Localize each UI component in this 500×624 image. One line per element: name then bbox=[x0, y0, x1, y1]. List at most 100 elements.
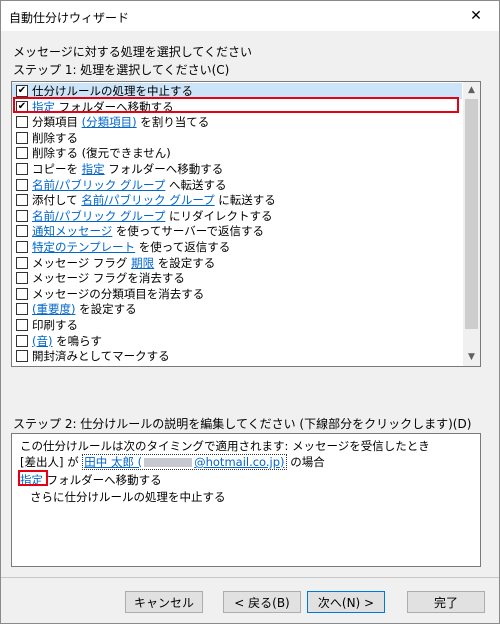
action-label: (重要度) を設定する bbox=[32, 301, 137, 317]
scroll-down-icon[interactable]: ▼ bbox=[463, 349, 480, 366]
action-item[interactable]: 削除する (復元できません) bbox=[12, 145, 462, 161]
action-checkbox[interactable] bbox=[16, 287, 28, 300]
action-item[interactable]: メッセージの分類項目を消去する bbox=[12, 286, 462, 302]
action-label: 削除する (復元できません) bbox=[32, 145, 171, 161]
action-item[interactable]: 印刷する bbox=[12, 317, 462, 333]
actions-listbox[interactable]: ✔ 仕分けルールの処理を中止する ✔ 指定 フォルダーへ移動する 分類項目 (分類項目)… bbox=[11, 81, 481, 367]
action-checkbox[interactable] bbox=[16, 319, 28, 331]
action-text: メッセージ フラグ bbox=[32, 255, 132, 270]
action-item[interactable]: 添付して 名前/パブリック グループ に転送する bbox=[12, 192, 462, 208]
action-item[interactable]: (重要度) を設定する bbox=[12, 301, 462, 317]
title-bar: 自動仕分けウィザード ✕ bbox=[1, 1, 499, 31]
action-link[interactable]: (重要度) bbox=[32, 302, 75, 316]
action-text: 分類項目 bbox=[32, 115, 82, 130]
action-checkbox[interactable] bbox=[16, 303, 28, 316]
action-link[interactable]: 名前/パブリック グループ bbox=[32, 209, 165, 223]
action-checkbox[interactable] bbox=[16, 116, 28, 129]
window-title: 自動仕分けウィザード bbox=[9, 11, 130, 25]
action-text: へ転送する bbox=[165, 177, 227, 192]
action-text: に転送する bbox=[214, 193, 276, 208]
action-item[interactable]: 開封済みとしてマークする bbox=[12, 348, 462, 364]
step1-label: ステップ 1: 処理を選択してください(C) bbox=[13, 63, 230, 77]
action-checkbox[interactable] bbox=[16, 163, 28, 175]
action-label: 開封済みとしてマークする bbox=[32, 348, 170, 364]
step2-label: ステップ 2: 仕分けルールの説明を編集してください (下線部分をクリックします… bbox=[13, 417, 472, 431]
action-checkbox[interactable] bbox=[16, 334, 28, 347]
action-label: 名前/パブリック グループ にリダイレクトする bbox=[32, 208, 273, 224]
sender-domain: @hotmail.co.jp) bbox=[194, 455, 285, 469]
action-label: 削除する bbox=[32, 130, 78, 146]
finish-button[interactable]: 完了 bbox=[407, 591, 485, 613]
action-text: を使って返信する bbox=[135, 240, 231, 254]
scroll-up-icon[interactable]: ▲ bbox=[463, 82, 480, 99]
highlight-frame-action bbox=[13, 97, 459, 113]
action-checkbox[interactable] bbox=[16, 209, 28, 222]
action-checkbox[interactable] bbox=[16, 350, 28, 363]
actions-scrollbar[interactable]: ▲ ▼ bbox=[463, 82, 480, 366]
action-label: 分類項目 (分類項目) を割り当てる bbox=[32, 114, 209, 130]
action-label: 通知メッセージ を使ってサーバーで返信する bbox=[32, 223, 264, 239]
action-checkbox[interactable] bbox=[16, 272, 28, 285]
action-checkbox[interactable] bbox=[16, 225, 28, 238]
action-item[interactable]: メッセージ フラグを消去する bbox=[12, 270, 462, 286]
action-item[interactable]: 削除する bbox=[12, 130, 462, 146]
action-item[interactable]: 名前/パブリック グループ にリダイレクトする bbox=[12, 208, 462, 224]
highlight-frame-folder-link bbox=[18, 470, 48, 486]
rule-description-box: この仕分けルールは次のタイミングで適用されます: メッセージを受信したとき [差… bbox=[11, 433, 481, 567]
action-item[interactable]: 特定のテンプレート を使って返信する bbox=[12, 239, 462, 255]
sender-link[interactable]: 田中 太郎 ( @hotmail.co.jp) bbox=[82, 454, 287, 470]
desc-move-text: フォルダーへ移動する bbox=[43, 473, 162, 487]
action-text: にリダイレクトする bbox=[165, 208, 273, 223]
action-text: コピーを bbox=[32, 162, 82, 176]
action-checkbox[interactable] bbox=[16, 194, 28, 207]
action-link[interactable]: 名前/パブリック グループ bbox=[81, 193, 214, 207]
close-icon[interactable]: ✕ bbox=[453, 1, 499, 31]
button-separator bbox=[1, 577, 499, 578]
action-link[interactable]: 特定のテンプレート bbox=[32, 240, 135, 254]
prompt-label: メッセージに対する処理を選択してください bbox=[13, 45, 253, 59]
action-link[interactable]: (音) bbox=[32, 334, 52, 348]
action-checkbox[interactable] bbox=[16, 147, 28, 160]
rules-wizard-window: 自動仕分けウィザード ✕ メッセージに対する処理を選択してください ステップ 1… bbox=[0, 0, 500, 624]
action-link[interactable]: 通知メッセージ bbox=[32, 224, 112, 238]
action-item[interactable]: コピーを 指定 フォルダーへ移動する bbox=[12, 161, 462, 177]
desc-sender-prefix: [差出人] が bbox=[20, 455, 83, 469]
back-button[interactable]: < 戻る(B) bbox=[223, 591, 301, 613]
action-link[interactable]: 指定 bbox=[82, 162, 105, 176]
action-checkbox[interactable] bbox=[16, 256, 28, 269]
action-link[interactable]: (分類項目) bbox=[82, 115, 137, 129]
action-checkbox[interactable] bbox=[16, 131, 28, 144]
action-item[interactable]: 分類項目 (分類項目) を割り当てる bbox=[12, 114, 462, 130]
sender-name: 田中 太郎 ( bbox=[84, 455, 143, 469]
cancel-button[interactable]: キャンセル bbox=[125, 591, 203, 613]
redacted-email-user bbox=[144, 458, 193, 467]
action-text: 開封済みとしてマークする bbox=[32, 349, 170, 364]
action-label: 特定のテンプレート を使って返信する bbox=[32, 239, 230, 255]
action-link[interactable]: 期限 bbox=[131, 256, 154, 270]
action-text: 仕分けルールの処理を中止する bbox=[32, 84, 193, 98]
action-label: (音) を鳴らす bbox=[32, 333, 102, 349]
action-text: 印刷する bbox=[32, 318, 78, 332]
action-item[interactable]: 名前/パブリック グループ へ転送する bbox=[12, 177, 462, 193]
action-label: メッセージの分類項目を消去する bbox=[32, 286, 204, 302]
action-checkbox[interactable] bbox=[16, 241, 28, 253]
action-label: コピーを 指定 フォルダーへ移動する bbox=[32, 161, 223, 177]
action-item[interactable]: (音) を鳴らす bbox=[12, 333, 462, 349]
action-text: を設定する bbox=[75, 302, 137, 317]
action-label: メッセージ フラグ 期限 を設定する bbox=[32, 255, 215, 271]
action-text: 添付して bbox=[32, 193, 82, 208]
scroll-thumb[interactable] bbox=[465, 99, 478, 329]
action-checkbox[interactable] bbox=[16, 178, 28, 191]
action-text: フォルダーへ移動する bbox=[104, 162, 224, 176]
desc-line-stop: さらに仕分けルールの処理を中止する bbox=[30, 490, 226, 504]
action-text: を使ってサーバーで返信する bbox=[112, 224, 265, 239]
action-item[interactable]: 通知メッセージ を使ってサーバーで返信する bbox=[12, 223, 462, 239]
action-item[interactable]: メッセージ フラグ 期限 を設定する bbox=[12, 255, 462, 271]
action-label: メッセージ フラグを消去する bbox=[32, 270, 185, 286]
action-checkbox[interactable]: ✔ bbox=[16, 85, 28, 97]
next-button[interactable]: 次へ(N) > bbox=[307, 591, 385, 613]
desc-line-trigger: この仕分けルールは次のタイミングで適用されます: メッセージを受信したとき bbox=[20, 439, 430, 453]
action-label: 名前/パブリック グループ へ転送する bbox=[32, 177, 227, 193]
action-text: を割り当てる bbox=[136, 115, 210, 130]
action-link[interactable]: 名前/パブリック グループ bbox=[32, 178, 165, 192]
